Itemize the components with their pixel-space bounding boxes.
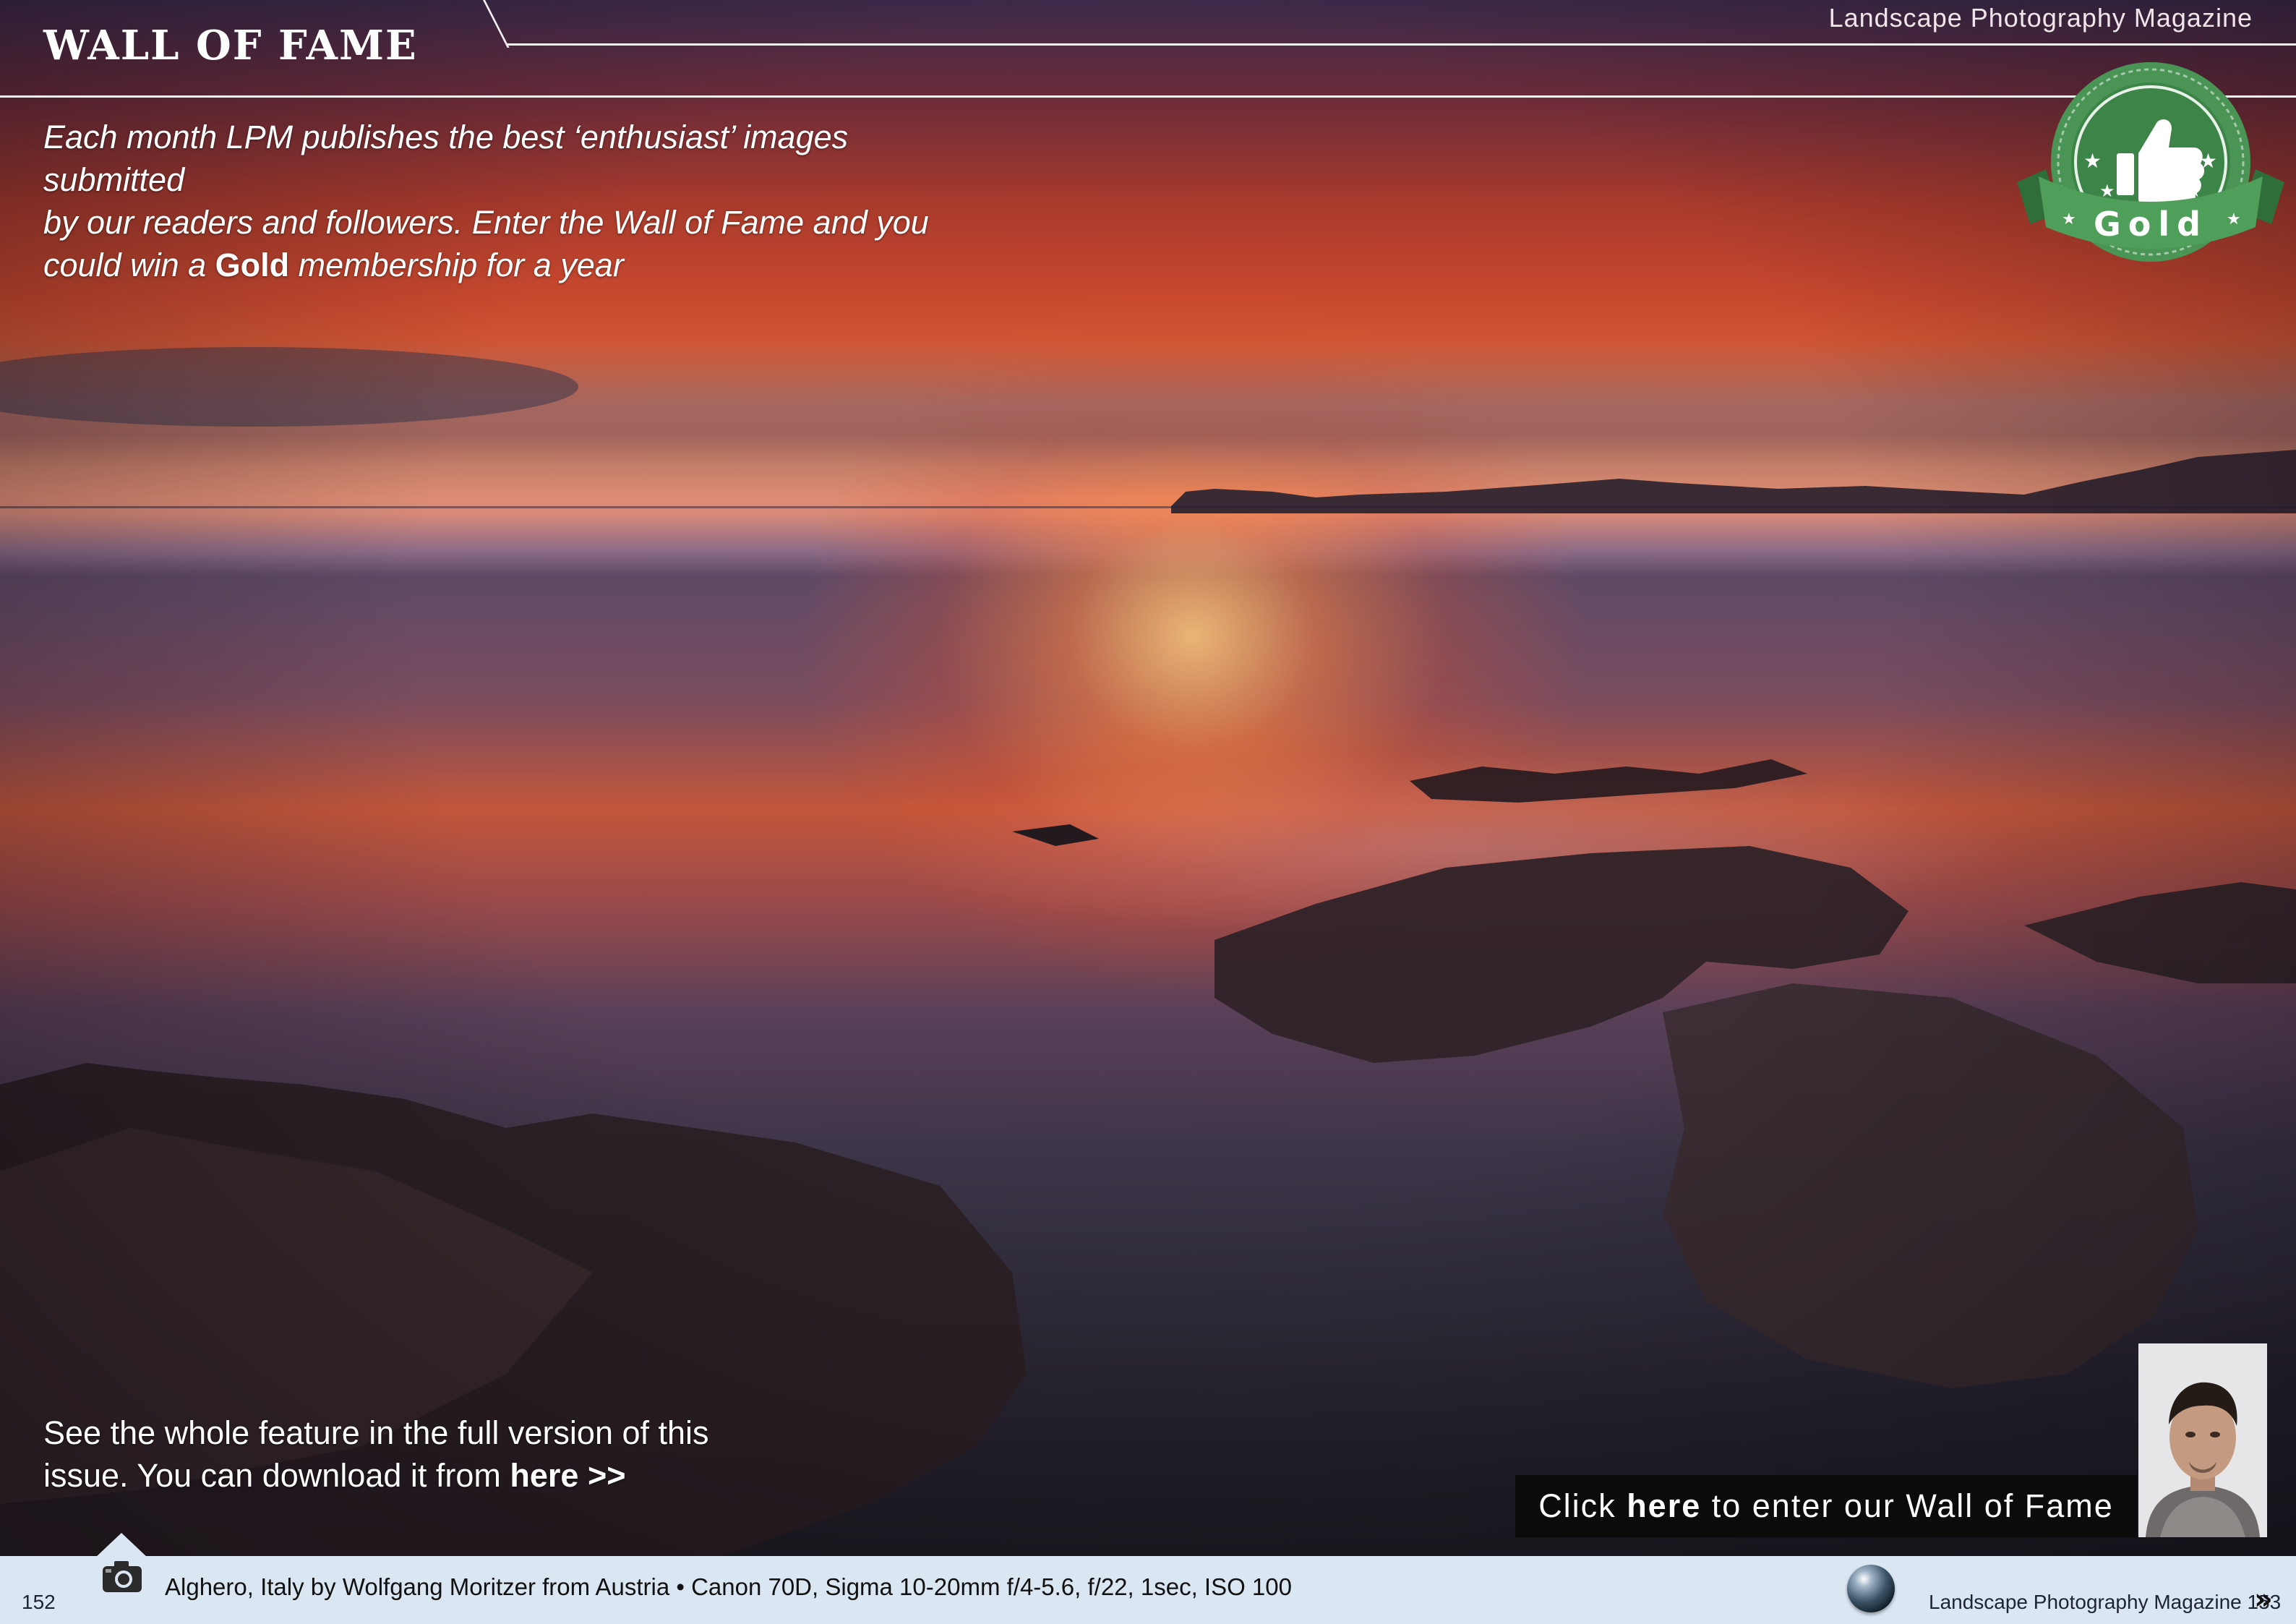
svg-text:★: ★ — [2083, 149, 2102, 173]
magazine-page-label: Landscape Photography Magazine 153 — [1929, 1591, 2282, 1613]
gold-emphasis: Gold — [215, 247, 290, 283]
intro-text: Each month LPM publishes the best ‘enthu… — [43, 116, 998, 286]
cta-here: here — [1627, 1487, 1702, 1524]
badge-label: Gold — [2094, 205, 2208, 244]
intro-line-3: could win a Gold membership for a year — [43, 244, 998, 286]
feature-line-1: See the whole feature in the full versio… — [43, 1414, 709, 1451]
photo-caption: Alghero, Italy by Wolfgang Moritzer from… — [165, 1573, 1292, 1600]
feature-line-2-prefix: issue. You can download it from — [43, 1457, 510, 1494]
enter-wall-of-fame-button[interactable]: Click here to enter our Wall of Fame — [1515, 1475, 2137, 1537]
svg-text:★: ★ — [2062, 210, 2076, 228]
svg-text:★: ★ — [2199, 149, 2217, 173]
cta-suffix: to enter our Wall of Fame — [1701, 1487, 2114, 1524]
gold-badge: ★ ★ ★ ★ Gold ★ ★ — [2017, 61, 2284, 270]
header-divider-top — [506, 43, 2296, 46]
globe-icon[interactable] — [1847, 1565, 1895, 1612]
intro-line-1: Each month LPM publishes the best ‘enthu… — [43, 119, 849, 198]
download-here-link[interactable]: here >> — [510, 1457, 625, 1494]
feature-download-text: See the whole feature in the full versio… — [43, 1411, 737, 1497]
photographer-portrait — [2138, 1343, 2267, 1537]
camera-icon — [101, 1559, 143, 1594]
footer-notch — [95, 1533, 147, 1557]
header-divider — [0, 95, 2296, 98]
intro-line-3-suffix: membership for a year — [289, 247, 624, 283]
page-number-left: 152 — [22, 1591, 56, 1613]
intro-line-2: by our readers and followers. Enter the … — [43, 204, 929, 241]
intro-line-3-prefix: could win a — [43, 247, 215, 283]
svg-text:★: ★ — [2227, 210, 2241, 228]
double-chevron-right-icon[interactable]: » — [2254, 1585, 2273, 1614]
feature-line-2: issue. You can download it from here >> — [43, 1454, 737, 1497]
cta-prefix: Click — [1538, 1487, 1627, 1524]
magazine-name-header: Landscape Photography Magazine — [1828, 3, 2253, 33]
section-title: WALL OF FAME — [43, 22, 418, 69]
